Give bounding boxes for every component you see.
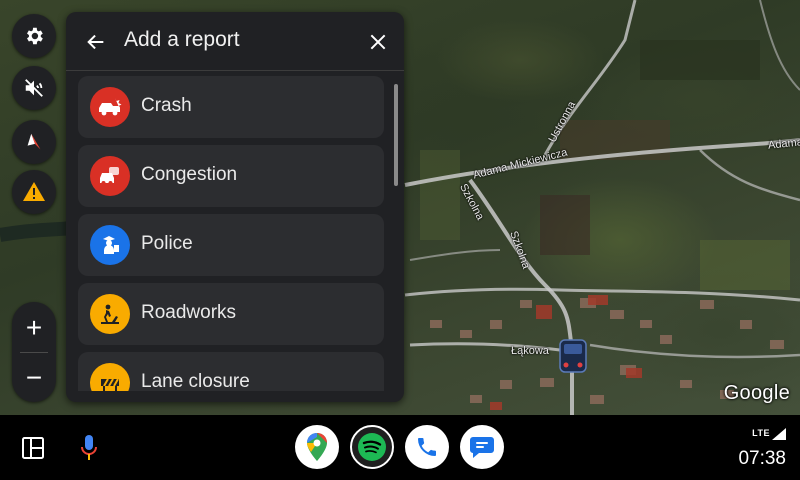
report-item-label: Lane closure [141, 371, 250, 391]
mute-button[interactable] [12, 66, 56, 110]
microphone-icon [81, 435, 97, 460]
phone-app-button[interactable] [405, 425, 449, 469]
roadworks-icon [90, 294, 130, 334]
voice-assistant-button[interactable] [78, 433, 100, 463]
report-item-lane-closure[interactable]: Lane closure [78, 352, 384, 391]
report-item-police[interactable]: Police [78, 214, 384, 276]
signal-strength-icon [772, 428, 786, 440]
report-item-crash[interactable]: Crash [78, 76, 384, 138]
police-icon [90, 225, 130, 265]
report-list[interactable]: Crash Congestion Police Roadworks Lane c… [66, 71, 404, 391]
zoom-controls: + − [12, 302, 56, 402]
settings-button[interactable] [12, 14, 56, 58]
zoom-in-button[interactable]: + [12, 304, 56, 352]
report-item-label: Roadworks [141, 302, 237, 323]
zoom-out-button[interactable]: − [12, 354, 56, 402]
panel-header: Add a report [66, 12, 404, 71]
crash-icon [90, 87, 130, 127]
phone-icon [418, 438, 436, 456]
report-item-roadworks[interactable]: Roadworks [78, 283, 384, 345]
warning-icon [23, 182, 45, 201]
maps-icon [307, 433, 327, 461]
google-attribution: Google [723, 382, 790, 404]
report-button[interactable] [12, 170, 56, 214]
zoom-divider [20, 352, 48, 353]
app-launcher-button[interactable] [20, 435, 46, 461]
compass-icon [27, 133, 41, 150]
messages-icon [470, 437, 494, 458]
compass-button[interactable] [12, 120, 56, 164]
close-button[interactable] [362, 26, 394, 58]
maps-app-button[interactable] [295, 425, 339, 469]
close-icon [370, 34, 386, 50]
volume-off-icon [25, 79, 43, 97]
congestion-icon [90, 156, 130, 196]
clock: 07:38 [738, 448, 786, 469]
lane-closure-icon [90, 363, 130, 391]
report-item-label: Congestion [141, 164, 238, 185]
report-item-congestion[interactable]: Congestion [78, 145, 384, 207]
messages-app-button[interactable] [460, 425, 504, 469]
list-scrollbar[interactable] [394, 84, 398, 186]
street-label: Łąkowa [511, 345, 549, 357]
gear-icon [27, 27, 43, 45]
panel-title: Add a report [124, 28, 240, 51]
add-report-panel: Add a report Crash Congestion Police Roa… [66, 12, 404, 402]
back-button[interactable] [80, 26, 112, 58]
grid-layout-icon [22, 437, 44, 459]
network-type-label: LTE [752, 428, 770, 438]
report-item-label: Police [141, 233, 193, 254]
vehicle-puck [559, 339, 587, 373]
spotify-app-button[interactable] [350, 425, 394, 469]
report-item-label: Crash [141, 95, 192, 116]
taskbar: LTE 07:38 [0, 415, 800, 480]
spotify-icon [358, 433, 386, 461]
arrow-back-icon [87, 34, 104, 50]
